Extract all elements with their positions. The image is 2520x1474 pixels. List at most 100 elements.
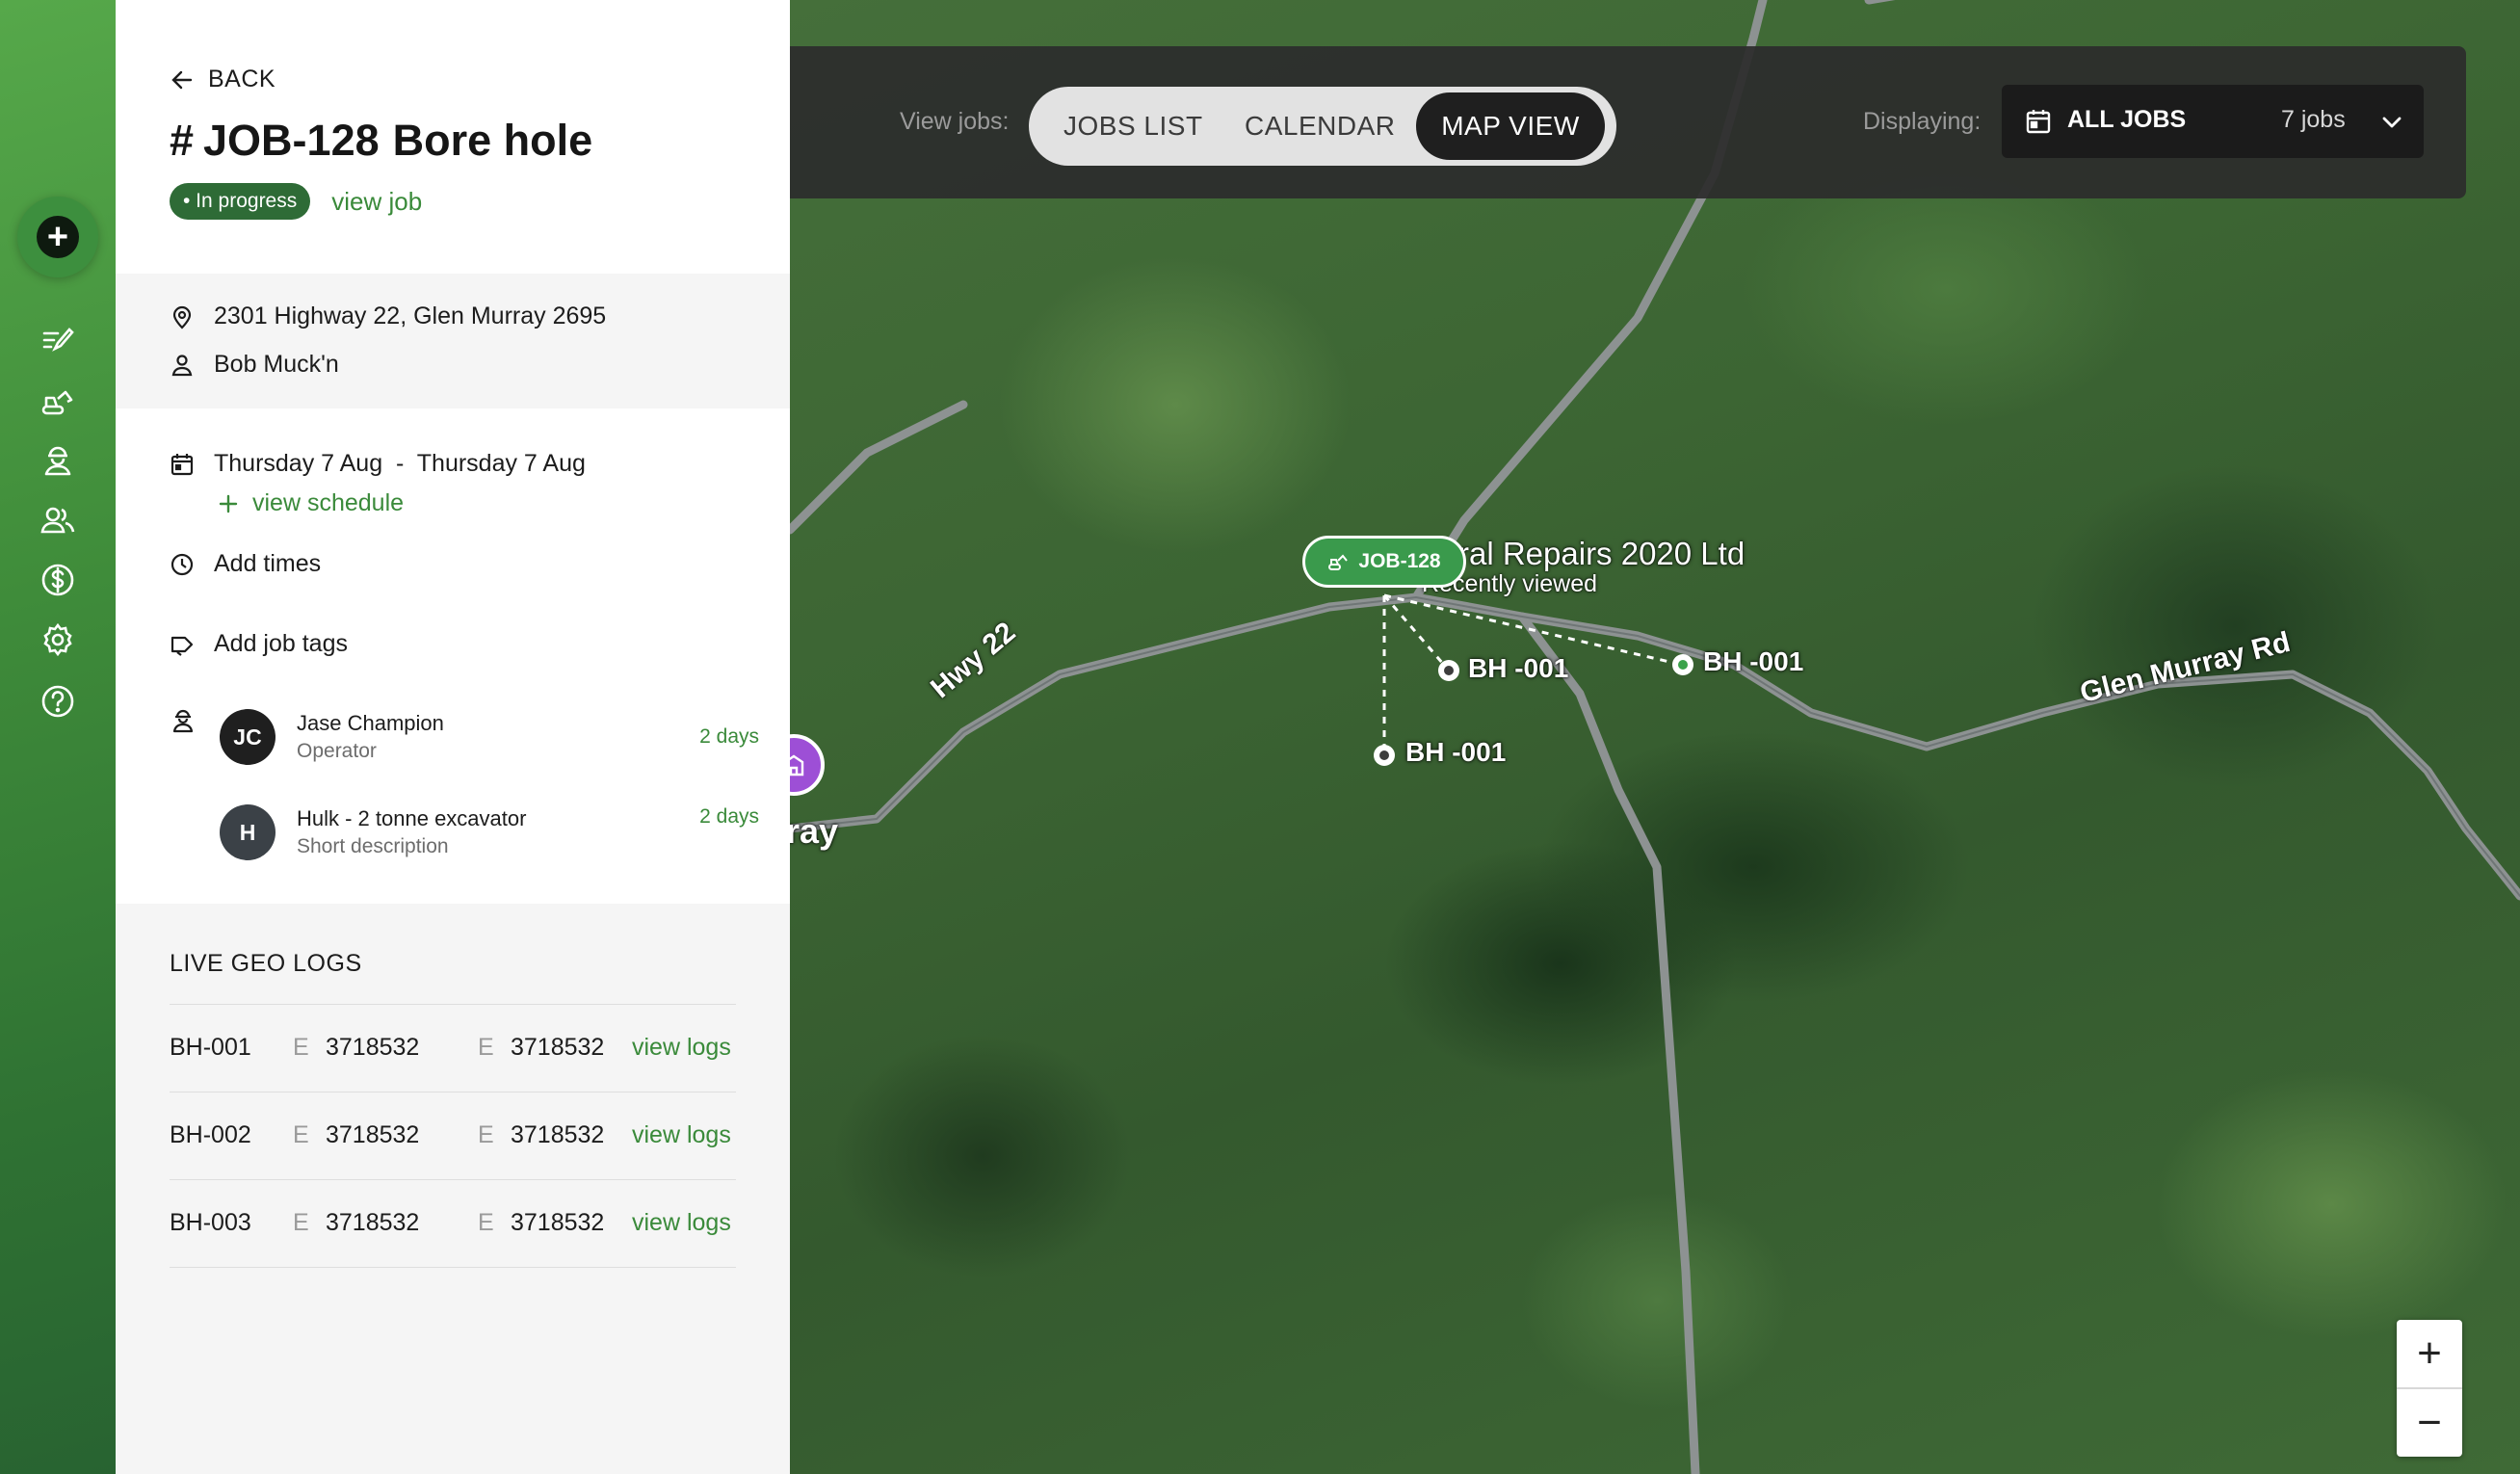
displaying-label: Displaying:: [1863, 108, 1982, 135]
tag-icon: [171, 636, 194, 656]
job-location-section: [116, 274, 790, 408]
bore-marker-label: BH -001: [1703, 646, 1804, 676]
resource-role: Operator: [297, 740, 377, 762]
easting-value: 3718532: [326, 1121, 420, 1148]
customer-name: Bob Muck'n: [214, 351, 339, 378]
add-job-tags-button[interactable]: Add job tags: [170, 630, 348, 658]
excavator-icon: [1328, 554, 1349, 570]
operator-icon[interactable]: [39, 441, 77, 480]
calendar-icon: [2026, 110, 2051, 134]
avatar: H: [220, 804, 276, 860]
business-label: ral Repairs 2020 Ltd: [1458, 536, 1746, 571]
job-code: JOB-128: [203, 116, 380, 165]
live-geo-logs-section: LIVE GEO LOGS BH-001 E 3718532 E 3718532…: [116, 904, 790, 1474]
tab-calendar[interactable]: CALENDAR: [1245, 87, 1395, 166]
bore-marker-label: BH -001: [1468, 653, 1569, 683]
section-title: LIVE GEO LOGS: [170, 950, 362, 977]
resource-description: Short description: [297, 835, 449, 857]
bore-id: BH-002: [170, 1121, 251, 1148]
filter-value: ALL JOBS: [2067, 106, 2187, 133]
zoom-in-button[interactable]: +: [2397, 1320, 2462, 1387]
view-logs-link[interactable]: view logs: [632, 1209, 731, 1237]
easting-label: E: [293, 1209, 309, 1236]
bore-marker[interactable]: [1438, 660, 1459, 681]
job-marker[interactable]: JOB-128: [1302, 536, 1466, 588]
easting-label: E: [293, 1121, 309, 1148]
tab-map-view[interactable]: MAP VIEW: [1416, 92, 1605, 160]
gear-icon[interactable]: [39, 620, 77, 659]
address-text: 2301 Highway 22, Glen Murray 2695: [214, 303, 607, 329]
resource-duration: 2 days: [699, 805, 759, 828]
bore-marker[interactable]: [1672, 654, 1693, 675]
clock-icon: [171, 553, 194, 575]
plus-circle-icon: +: [37, 216, 79, 258]
easting-label: E: [293, 1034, 309, 1061]
bore-id: BH-001: [170, 1034, 251, 1061]
view-switcher: JOBS LIST CALENDAR MAP VIEW: [1029, 87, 1616, 166]
job-hash: #: [170, 116, 195, 165]
road-network: [790, 0, 2520, 1474]
bore-marker[interactable]: [1374, 745, 1395, 766]
town-label: ray: [790, 811, 839, 851]
job-count: 7 jobs: [2281, 106, 2346, 133]
building-icon: [790, 754, 804, 776]
view-jobs-label: View jobs:: [900, 108, 1010, 135]
easting-label: E: [478, 1209, 494, 1236]
date-row: Thursday 7 Aug - Thursday 7 Aug: [170, 450, 586, 478]
operator-icon: [172, 709, 194, 733]
help-icon[interactable]: [39, 682, 77, 721]
address-row: 2301 Highway 22, Glen Murray 2695: [170, 303, 606, 330]
users-icon[interactable]: [39, 501, 77, 540]
chevron-down-icon: [2382, 117, 2402, 128]
tab-jobs-list[interactable]: JOBS LIST: [1063, 87, 1203, 166]
add-job-tags-label: Add job tags: [214, 630, 348, 657]
zoom-controls: + −: [2397, 1320, 2462, 1457]
map-view[interactable]: ral Repairs 2020 Ltd Recently viewed Hwy…: [790, 0, 2520, 1474]
page-title: # JOB-128 Bore hole: [170, 116, 592, 166]
back-button[interactable]: BACK: [170, 66, 276, 93]
bore-marker-label: BH -001: [1405, 737, 1507, 767]
dollar-icon[interactable]: [39, 561, 77, 599]
zoom-out-button[interactable]: −: [2397, 1389, 2462, 1457]
view-logs-link[interactable]: view logs: [632, 1034, 731, 1062]
table-row: BH-003 E 3718532 E 3718532 view logs: [170, 1180, 736, 1268]
easting-value: 3718532: [511, 1121, 605, 1148]
easting-value: 3718532: [511, 1034, 605, 1061]
job-filter-select[interactable]: ALL JOBS 7 jobs: [2002, 85, 2424, 158]
customer-row: Bob Muck'n: [170, 351, 339, 379]
resource-duration: 2 days: [699, 725, 759, 748]
resource-row[interactable]: JC Jase Champion Operator 2 days: [220, 706, 759, 768]
calendar-icon: [171, 453, 194, 475]
side-nav: +: [0, 0, 116, 1474]
date-range: Thursday 7 Aug - Thursday 7 Aug: [214, 450, 586, 477]
resource-name: Hulk - 2 tonne excavator: [297, 806, 527, 830]
view-toolbar: View jobs: JOBS LIST CALENDAR MAP VIEW D…: [790, 46, 2466, 198]
table-row: BH-001 E 3718532 E 3718532 view logs: [170, 1005, 736, 1092]
add-times-label: Add times: [214, 550, 322, 577]
bore-id: BH-003: [170, 1209, 251, 1236]
easting-label: E: [478, 1121, 494, 1148]
easting-value: 3718532: [511, 1209, 605, 1236]
back-label: BACK: [208, 66, 276, 92]
view-job-link[interactable]: view job: [331, 187, 422, 217]
view-logs-link[interactable]: view logs: [632, 1121, 731, 1149]
jobs-icon[interactable]: [39, 322, 77, 360]
job-name: Bore hole: [392, 116, 593, 165]
view-schedule-link[interactable]: view schedule: [218, 489, 404, 517]
resource-row[interactable]: H Hulk - 2 tonne excavator Short descrip…: [220, 802, 759, 863]
add-times-button[interactable]: Add times: [170, 550, 321, 578]
person-icon: [171, 354, 193, 376]
resource-name: Jase Champion: [297, 711, 444, 735]
avatar: JC: [220, 709, 276, 765]
machinery-icon[interactable]: [39, 382, 77, 420]
plus-icon: [219, 494, 238, 513]
easting-label: E: [478, 1034, 494, 1061]
location-pin-icon: [172, 305, 192, 329]
add-button[interactable]: +: [17, 197, 98, 277]
job-detail-panel: BACK # JOB-128 Bore hole • In progress vie…: [116, 0, 790, 1474]
table-row: BH-002 E 3718532 E 3718532 view logs: [170, 1092, 736, 1180]
easting-value: 3718532: [326, 1034, 420, 1061]
arrow-left-icon: [171, 70, 193, 89]
easting-value: 3718532: [326, 1209, 420, 1236]
job-marker-label: JOB-128: [1358, 550, 1441, 572]
